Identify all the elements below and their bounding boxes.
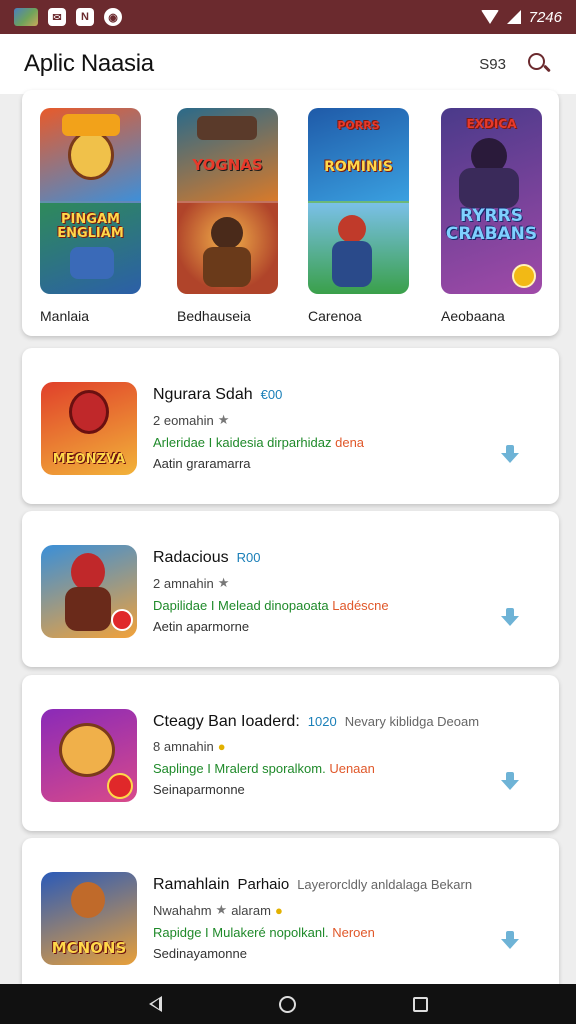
download-icon[interactable] <box>499 771 521 793</box>
notification-icons: ✉ N ◉ <box>14 8 122 26</box>
featured-tile-subtext: PORRS <box>337 119 380 132</box>
star-icon: ● <box>217 739 226 754</box>
app-subtitle: Sedinayamonne <box>153 946 247 961</box>
download-icon[interactable] <box>499 607 521 629</box>
rating-text: Nwahahm <box>153 902 212 918</box>
description-highlight: Uenaan <box>329 761 375 776</box>
featured-tile[interactable]: PINGAM ENGLIAM <box>40 108 141 294</box>
featured-tile-text: EXDICA <box>466 117 517 131</box>
app-card[interactable]: Radacious R00 2 amnahin ★ Dapilidae I Me… <box>22 511 559 667</box>
status-bar: ✉ N ◉ 7246 <box>0 0 576 34</box>
rating-suffix: alaram <box>231 902 271 918</box>
app-rating: 8 amnahin ● <box>153 739 539 754</box>
download-icon[interactable] <box>499 444 521 466</box>
featured-tile[interactable]: YOGNAS <box>177 108 278 294</box>
rating-text: 2 amnahin <box>153 575 214 591</box>
clock: 7246 <box>528 8 562 26</box>
featured-item[interactable]: EXDICA RYRRS CRABANS Aeobaana <box>441 108 542 324</box>
app-icon[interactable] <box>41 709 137 802</box>
app-description: Saplinge I Mralerd sporalkom. Uenaan <box>153 761 539 776</box>
messenger-icon: ◉ <box>104 8 122 26</box>
app-rating: Nwahahm ★ alaram ● <box>153 902 539 918</box>
app-title[interactable]: Cteagy Ban Ioaderd: <box>153 713 300 731</box>
signal-icon <box>506 10 521 24</box>
home-icon[interactable] <box>278 995 296 1013</box>
app-icon[interactable]: MCNONS <box>41 872 137 965</box>
featured-tile[interactable]: EXDICA RYRRS CRABANS <box>441 108 542 294</box>
app-card[interactable]: Cteagy Ban Ioaderd: 1020 Nevary kiblidga… <box>22 675 559 831</box>
app-rating: 2 eomahin ★ <box>153 412 539 428</box>
featured-item[interactable]: YOGNAS Bedhauseia <box>177 108 278 324</box>
featured-item[interactable]: PORRS ROMINIS Carenoa <box>308 108 409 324</box>
system-nav-bar <box>0 984 576 1024</box>
featured-item[interactable]: PINGAM ENGLIAM Manlaia <box>40 108 141 324</box>
app-icon[interactable]: MEONZVA <box>41 382 137 475</box>
wifi-icon <box>480 10 499 24</box>
star-icon: ★ <box>217 575 230 590</box>
rating-text: 2 eomahin <box>153 412 214 428</box>
app-icon[interactable] <box>41 545 137 638</box>
description-text: Dapilidae I Melead dinopaoata <box>153 598 329 613</box>
search-icon[interactable] <box>526 51 552 77</box>
app-bar: Aplic Naasia S93 <box>0 34 576 94</box>
rating-text: 8 amnahin <box>153 739 214 754</box>
description-highlight: Ladéscne <box>332 598 389 613</box>
news-icon: N <box>76 8 94 26</box>
featured-label: Manlaia <box>40 308 90 324</box>
featured-tile-text: YOGNAS <box>192 156 263 174</box>
star-icon: ★ <box>215 902 228 917</box>
app-title[interactable]: Ngurara Sdah <box>153 386 253 404</box>
featured-carousel: PINGAM ENGLIAM Manlaia YOGNAS Bedhauseia… <box>22 90 559 336</box>
coin-icon: ● <box>274 902 283 918</box>
featured-tile[interactable]: PORRS ROMINIS <box>308 108 409 294</box>
appbar-code[interactable]: S93 <box>479 56 506 73</box>
star-icon: ★ <box>217 412 230 427</box>
app-rating: 2 amnahin ★ <box>153 575 539 591</box>
app-price: Parhaio <box>237 876 290 893</box>
recents-icon[interactable] <box>412 996 428 1012</box>
app-title[interactable]: Radacious <box>153 549 229 567</box>
app-subtitle: Aetin aparmorne <box>153 619 250 634</box>
mail-icon: ✉ <box>48 8 66 26</box>
description-highlight: dena <box>335 435 365 450</box>
featured-tile-subtext: RYRRS CRABANS <box>445 206 538 244</box>
coin-badge-icon <box>512 264 536 288</box>
app-title[interactable]: Ramahlain <box>153 876 229 894</box>
app-icon-text: MEONZVA <box>52 452 126 467</box>
app-price: 1020 <box>307 714 337 729</box>
gallery-thumbnail-icon <box>14 8 38 26</box>
app-icon-text: MCNONS <box>51 939 127 957</box>
app-subtitle: Aatin graramarra <box>153 456 251 471</box>
app-card[interactable]: MCNONS Ramahlain Parhaio Layerorcldly an… <box>22 838 559 984</box>
featured-tile-text: PINGAM ENGLIAM <box>57 212 124 241</box>
description-text: Saplinge I Mralerd sporalkom. <box>153 761 326 776</box>
featured-label: Aeobaana <box>441 308 505 324</box>
app-description: Arleridae I kaidesia dirparhidaz dena <box>153 435 539 450</box>
description-text: Arleridae I kaidesia dirparhidaz <box>153 435 332 450</box>
featured-label: Carenoa <box>308 308 362 324</box>
app-price: R00 <box>236 550 261 565</box>
app-price: €00 <box>260 387 283 402</box>
featured-label: Bedhauseia <box>177 308 251 324</box>
back-icon[interactable] <box>148 996 162 1012</box>
app-card[interactable]: MEONZVA Ngurara Sdah €00 2 eomahin ★ Arl… <box>22 348 559 504</box>
download-icon[interactable] <box>499 930 521 952</box>
app-extra: Layerorcldly anldalaga Bekarn <box>297 877 473 892</box>
description-highlight: Neroen <box>332 925 375 940</box>
app-extra: Nevary kiblidga Deoam <box>344 714 480 729</box>
app-subtitle: Seinaparmonne <box>153 782 245 797</box>
page-title: Aplic Naasia <box>24 50 154 77</box>
app-description: Dapilidae I Melead dinopaoata Ladéscne <box>153 598 539 613</box>
featured-tile-text: ROMINIS <box>324 159 393 175</box>
app-description: Rapidge I Mulakeré nopolkanl. Neroen <box>153 925 539 940</box>
description-text: Rapidge I Mulakeré nopolkanl. <box>153 925 329 940</box>
